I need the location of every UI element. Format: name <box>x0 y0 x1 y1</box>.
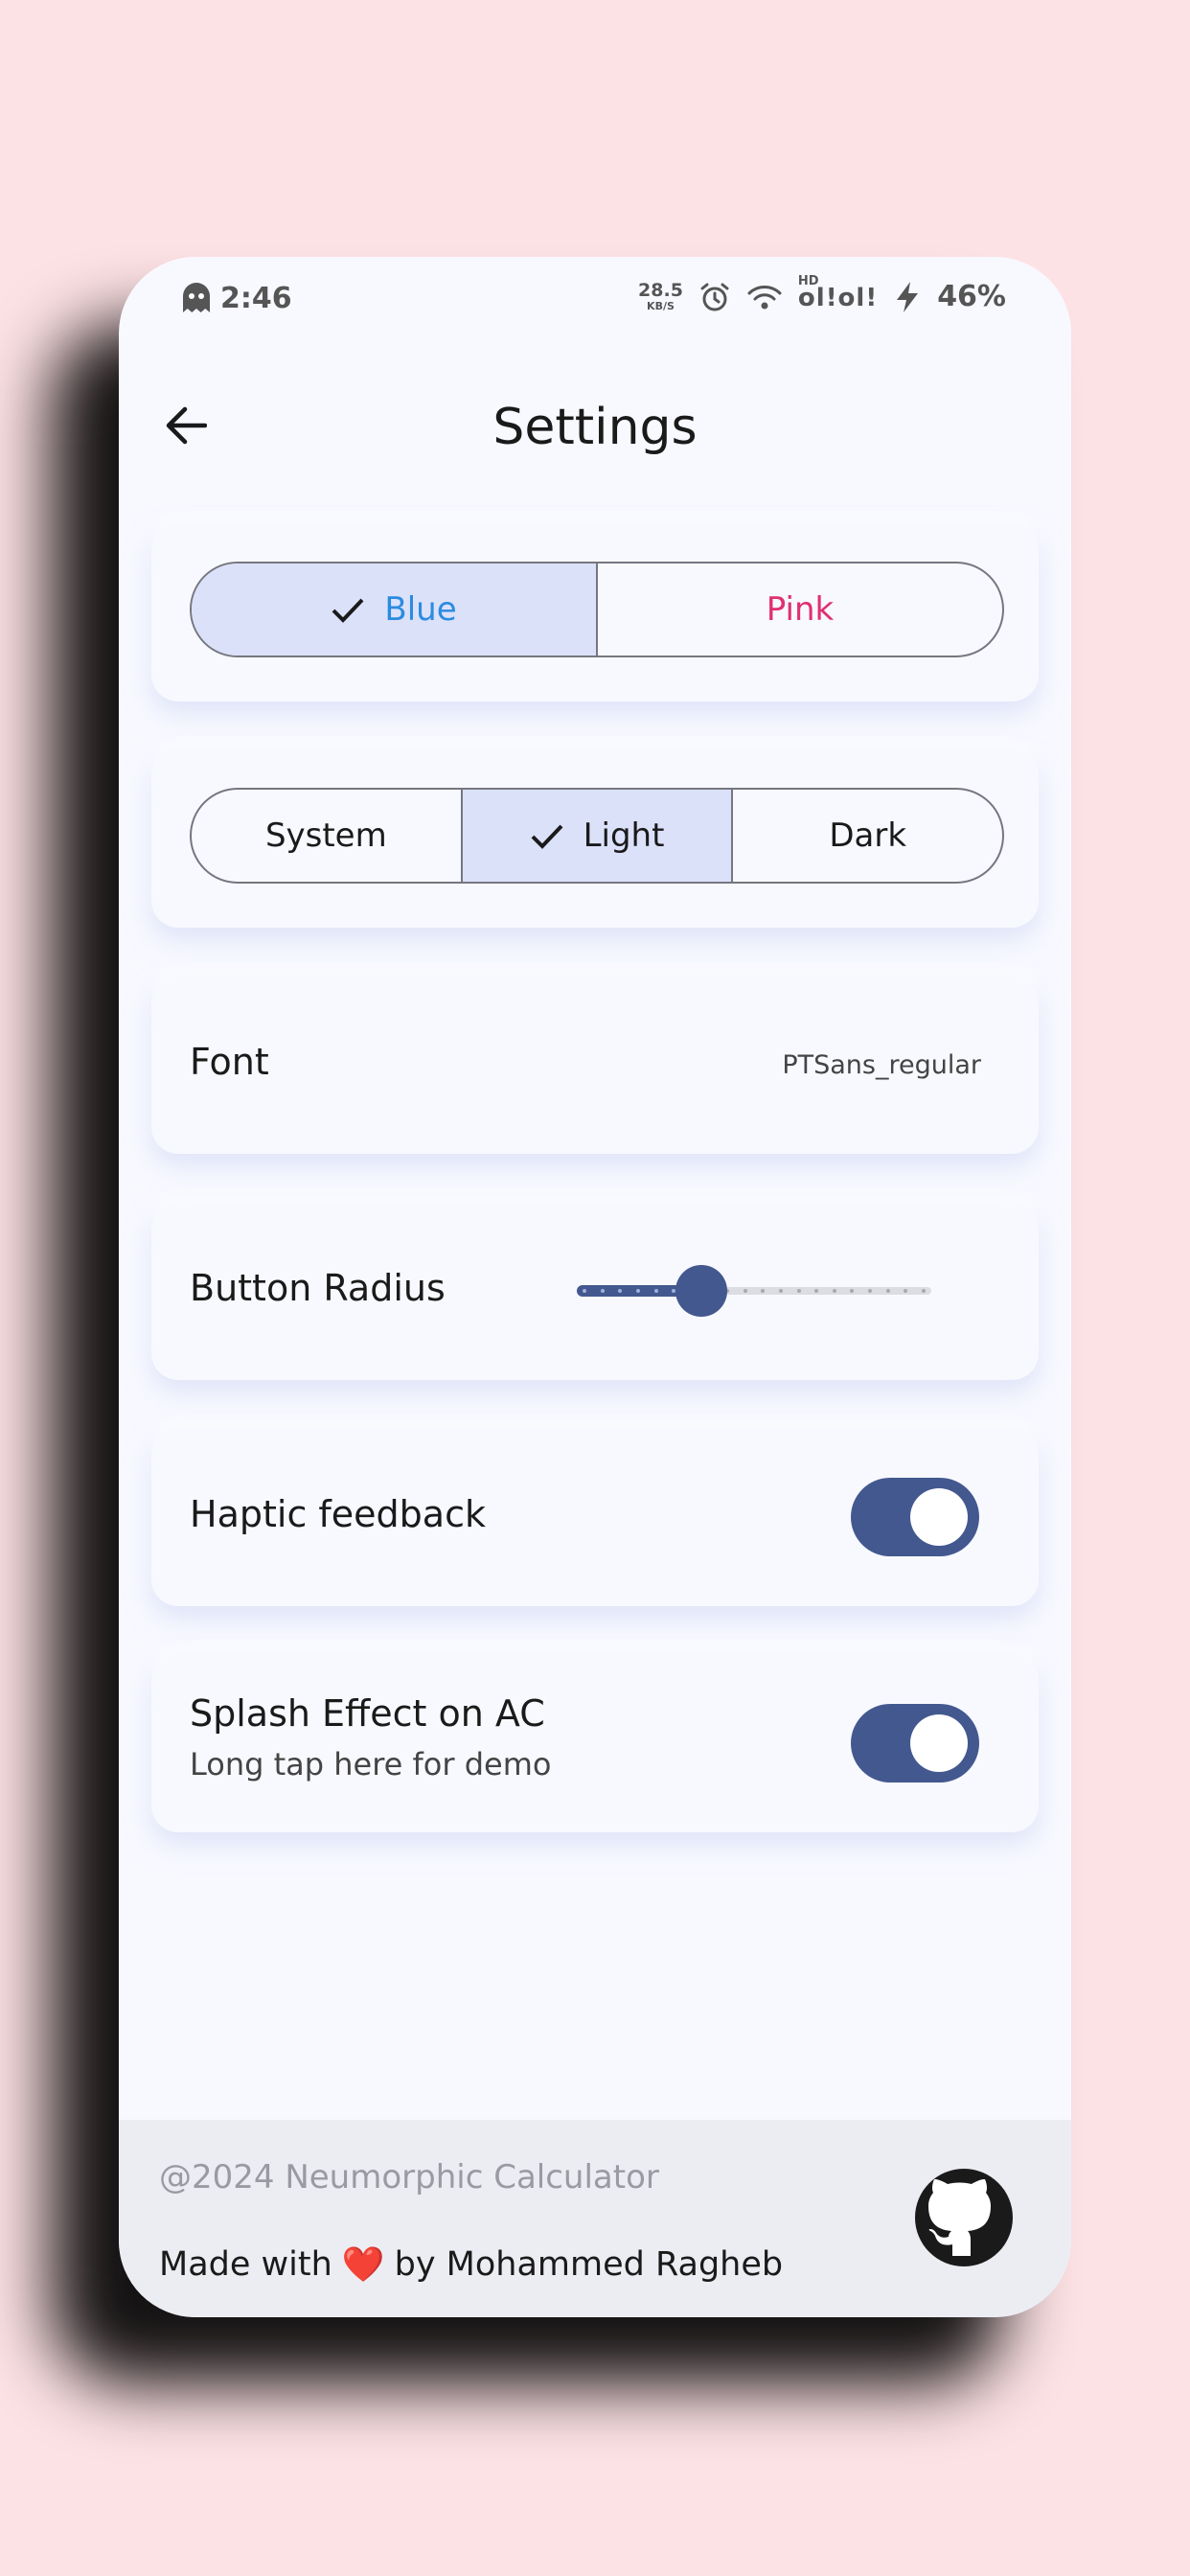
charging-icon <box>897 281 919 312</box>
theme-color-selector: Blue Pink <box>190 562 1004 657</box>
theme-mode-option-dark[interactable]: Dark <box>731 790 1002 882</box>
slider-tick <box>885 1289 890 1293</box>
ghost-icon <box>183 283 210 312</box>
made-with-text: Made with ❤️ by Mohammed Ragheb <box>159 2244 783 2285</box>
net-speed-value: 28.5 <box>638 279 683 301</box>
button-radius-label: Button Radius <box>190 1267 446 1309</box>
slider-tick <box>921 1289 926 1293</box>
haptic-feedback-toggle[interactable] <box>851 1478 979 1556</box>
slider-tick <box>635 1289 640 1293</box>
font-value: PTSans_regular <box>782 1050 981 1080</box>
slider-tick <box>600 1289 605 1293</box>
net-speed: 28.5 KB/S <box>638 279 683 312</box>
theme-color-option-pink[interactable]: Pink <box>596 564 1002 656</box>
slider-tick <box>796 1289 801 1293</box>
slider-ticks <box>583 1289 926 1293</box>
check-icon <box>531 824 563 849</box>
slider-tick <box>618 1289 623 1293</box>
splash-effect-sublabel: Long tap here for demo <box>190 1746 552 1782</box>
theme-mode-label-dark: Dark <box>829 816 907 855</box>
wifi-icon <box>747 285 782 309</box>
made-with-suffix[interactable]: by Mohammed Ragheb <box>395 2245 784 2284</box>
status-bar: 2:46 28.5 KB/S HD ol!ol! 46% <box>119 257 1071 343</box>
check-icon <box>332 598 364 623</box>
theme-mode-option-system[interactable]: System <box>192 790 461 882</box>
theme-mode-label-system: System <box>264 816 387 855</box>
theme-color-card: Blue Pink <box>151 523 1039 702</box>
slider-tick <box>850 1289 855 1293</box>
font-label: Font <box>190 1041 269 1083</box>
net-speed-unit: KB/S <box>647 299 675 312</box>
hd-label: HD <box>797 274 819 288</box>
slider-tick <box>583 1289 586 1293</box>
toggle-knob <box>910 1488 968 1546</box>
alarm-icon <box>700 283 729 310</box>
splash-effect-label: Splash Effect on AC <box>190 1692 545 1735</box>
slider-tick <box>761 1289 766 1293</box>
slider-tick <box>743 1289 747 1293</box>
phone-screen: 2:46 28.5 KB/S HD ol!ol! 46% Settings Bl… <box>119 257 1071 2317</box>
splash-effect-toggle[interactable] <box>851 1704 979 1782</box>
haptic-feedback-label: Haptic feedback <box>190 1493 486 1535</box>
status-icons: 28.5 KB/S HD ol!ol! 46% <box>638 274 1006 313</box>
font-row[interactable]: Font PTSans_regular <box>151 976 1039 1154</box>
signal-strength: HD ol!ol! <box>798 274 878 313</box>
slider-tick <box>832 1289 836 1293</box>
theme-mode-option-light[interactable]: Light <box>460 790 732 882</box>
splash-effect-card[interactable]: Splash Effect on AC Long tap here for de… <box>151 1654 1039 1832</box>
slider-tick <box>653 1289 658 1293</box>
theme-color-option-blue[interactable]: Blue <box>192 564 596 656</box>
toggle-knob <box>910 1714 968 1772</box>
slider-tick <box>814 1289 819 1293</box>
slider-tick <box>904 1289 908 1293</box>
battery-percent: 46% <box>937 280 1006 313</box>
page-title: Settings <box>492 399 698 456</box>
made-with-prefix: Made with <box>159 2245 332 2284</box>
theme-mode-selector: System Light Dark <box>190 788 1004 884</box>
app-bar: Settings <box>119 370 1071 481</box>
theme-mode-card: System Light Dark <box>151 749 1039 928</box>
footer: @2024 Neumorphic Calculator Made with ❤️… <box>119 2120 1071 2317</box>
copyright-text: @2024 Neumorphic Calculator <box>159 2158 659 2196</box>
slider-tick <box>778 1289 783 1293</box>
slider-thumb[interactable] <box>675 1265 727 1317</box>
slider-tick <box>868 1289 872 1293</box>
theme-color-label-blue: Blue <box>384 590 457 629</box>
theme-mode-label-light: Light <box>583 816 665 855</box>
button-radius-card: Button Radius <box>151 1202 1039 1380</box>
button-radius-slider[interactable] <box>577 1265 931 1317</box>
haptic-feedback-card: Haptic feedback <box>151 1428 1039 1606</box>
status-time: 2:46 <box>220 282 292 315</box>
github-icon[interactable] <box>914 2168 1014 2267</box>
theme-color-label-pink: Pink <box>766 590 835 629</box>
heart-icon: ❤️ <box>341 2245 385 2285</box>
